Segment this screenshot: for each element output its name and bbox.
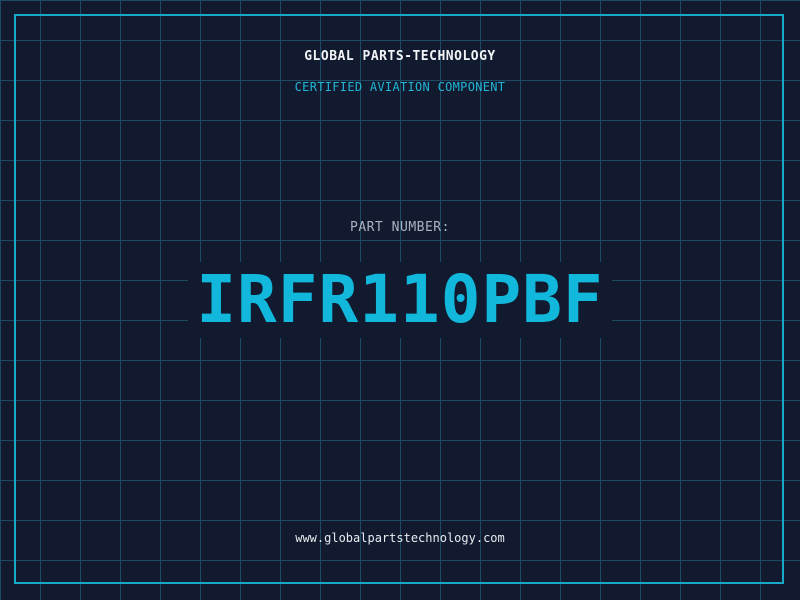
certification-subtitle: CERTIFIED AVIATION COMPONENT [294,80,506,94]
part-number-label: PART NUMBER: [350,220,450,235]
part-number-value: IRFR110PBF [188,262,612,338]
part-number-container: IRFR110PBF [0,262,800,338]
brand-name: GLOBAL PARTS-TECHNOLOGY [304,49,496,64]
label-canvas: GLOBAL PARTS-TECHNOLOGY CERTIFIED AVIATI… [0,0,800,600]
website-url: www.globalpartstechnology.com [295,531,505,545]
